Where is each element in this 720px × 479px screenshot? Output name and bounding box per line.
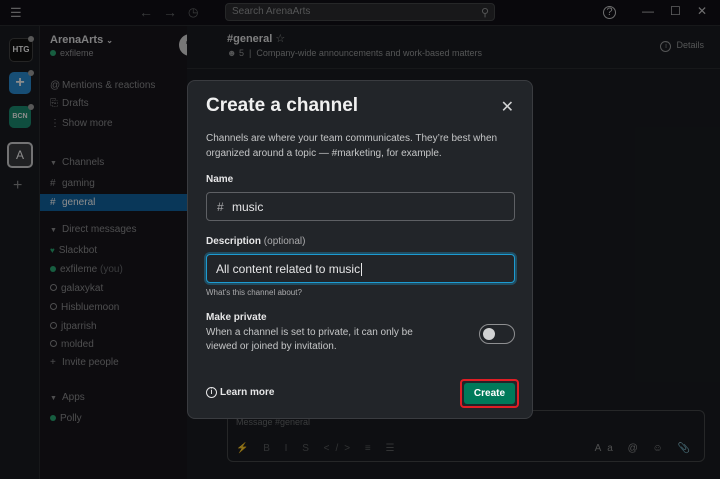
dialog-description: Channels are where your team communicate… (206, 133, 498, 159)
create-button-highlight: Create (460, 379, 519, 408)
text-caret (361, 263, 363, 277)
channel-description-value: All content related to music (216, 262, 363, 277)
make-private-label: Make private (206, 312, 267, 323)
close-icon[interactable]: ✕ (501, 97, 514, 117)
dialog-title: Create a channel (206, 95, 359, 116)
channel-name-input[interactable]: # music (206, 192, 515, 221)
create-channel-dialog: Create a channel ✕ Channels are where yo… (187, 80, 533, 419)
info-icon: i (206, 387, 217, 398)
create-button[interactable]: Create (464, 383, 515, 404)
hash-icon: # (217, 200, 224, 214)
make-private-toggle[interactable] (479, 324, 515, 344)
channel-description-input[interactable]: All content related to music (206, 254, 515, 283)
description-hint: What’s this channel about? (206, 288, 302, 297)
learn-more-link[interactable]: i Learn more (206, 387, 274, 398)
description-label: Description (optional) (206, 236, 306, 247)
name-label: Name (206, 174, 234, 185)
toggle-knob (483, 328, 495, 340)
channel-name-value: music (232, 200, 264, 214)
make-private-description: When a channel is set to private, it can… (206, 327, 413, 352)
